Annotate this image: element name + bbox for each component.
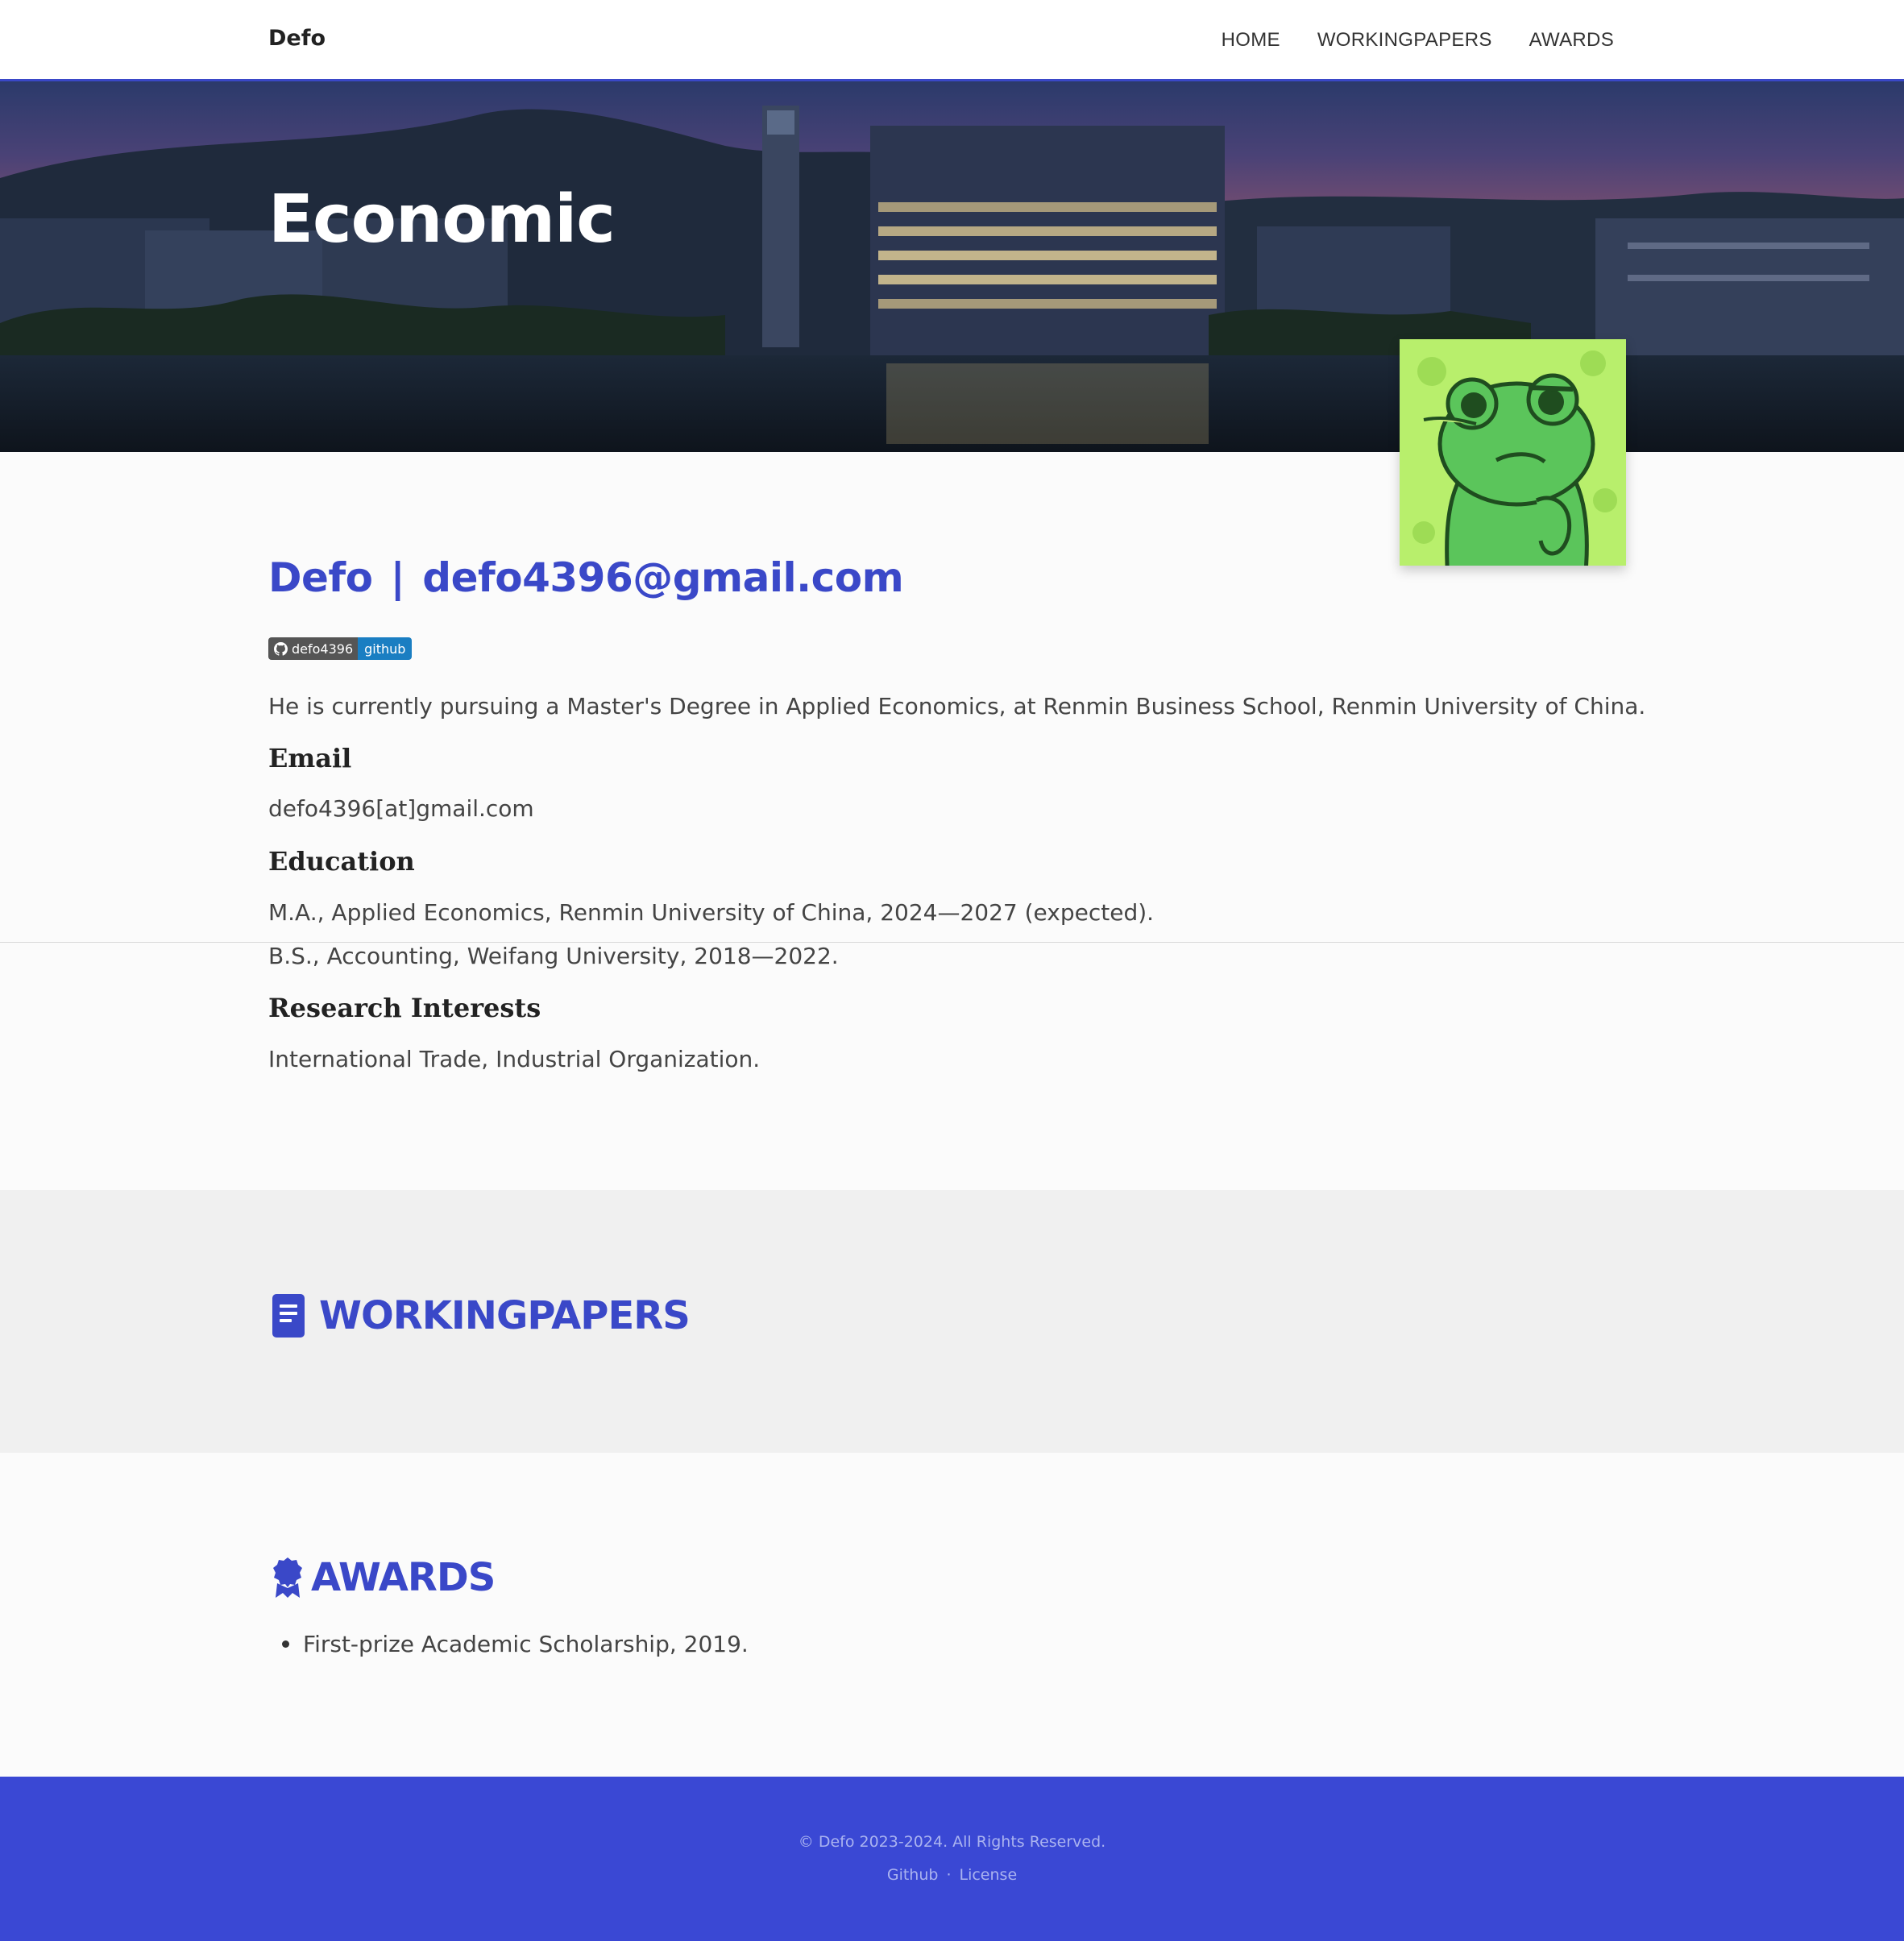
- research-heading: Research Interests: [268, 993, 541, 1023]
- footer-separator: ·: [946, 1866, 952, 1884]
- badge-label: defo4396: [292, 641, 354, 657]
- education-heading: Education: [268, 846, 415, 877]
- email-text: defo4396[at]gmail.com: [268, 795, 534, 822]
- bullet-icon: [282, 1640, 289, 1648]
- education-item: B.S., Accounting, Weifang University, 20…: [268, 943, 839, 969]
- frog-avatar-icon: [1400, 339, 1626, 566]
- avatar: [1400, 339, 1626, 566]
- navbar: Defo HOME WORKINGPAPERS AWARDS: [0, 0, 1904, 81]
- footer-link-license[interactable]: License: [960, 1866, 1018, 1884]
- profile-heading: Defo | defo4396@gmail.com: [268, 554, 904, 601]
- badge-value: github: [358, 637, 413, 660]
- footer-links: Github · License: [0, 1866, 1904, 1884]
- workingpapers-title-text: WORKINGPAPERS: [319, 1293, 691, 1338]
- research-text: International Trade, Industrial Organiza…: [268, 1046, 761, 1072]
- badge-left: defo4396: [268, 637, 359, 660]
- heading-separator: |: [390, 554, 405, 601]
- award-item-text: First-prize Academic Scholarship, 2019.: [303, 1631, 749, 1657]
- nav-links: HOME WORKINGPAPERS AWARDS: [1222, 29, 1614, 52]
- workingpapers-title: WORKINGPAPERS: [272, 1293, 691, 1338]
- award-ribbon-icon: [273, 1557, 302, 1598]
- awards-section: [0, 1453, 1904, 1777]
- award-item: First-prize Academic Scholarship, 2019.: [282, 1631, 749, 1657]
- footer: [0, 1777, 1904, 1941]
- hero-title: Economic: [268, 181, 616, 258]
- footer-copyright: © Defo 2023-2024. All Rights Reserved.: [798, 1833, 1106, 1851]
- profile-name: Defo: [268, 554, 373, 601]
- profile-email-heading: defo4396@gmail.com: [422, 554, 904, 601]
- github-badge[interactable]: defo4396 github: [268, 637, 413, 660]
- awards-title: AWARDS: [272, 1555, 496, 1600]
- email-heading: Email: [268, 743, 352, 773]
- intro-text: He is currently pursuing a Master's Degr…: [268, 693, 1646, 720]
- footer-link-github[interactable]: Github: [887, 1866, 939, 1884]
- brand-link[interactable]: Defo: [268, 26, 326, 51]
- document-icon: [272, 1294, 305, 1338]
- nav-link-awards[interactable]: AWARDS: [1529, 29, 1614, 52]
- awards-title-text: AWARDS: [311, 1555, 496, 1600]
- education-item: M.A., Applied Economics, Renmin Universi…: [268, 899, 1155, 926]
- nav-link-home[interactable]: HOME: [1222, 29, 1280, 52]
- nav-link-workingpapers[interactable]: WORKINGPAPERS: [1317, 29, 1492, 52]
- github-icon: [274, 641, 288, 656]
